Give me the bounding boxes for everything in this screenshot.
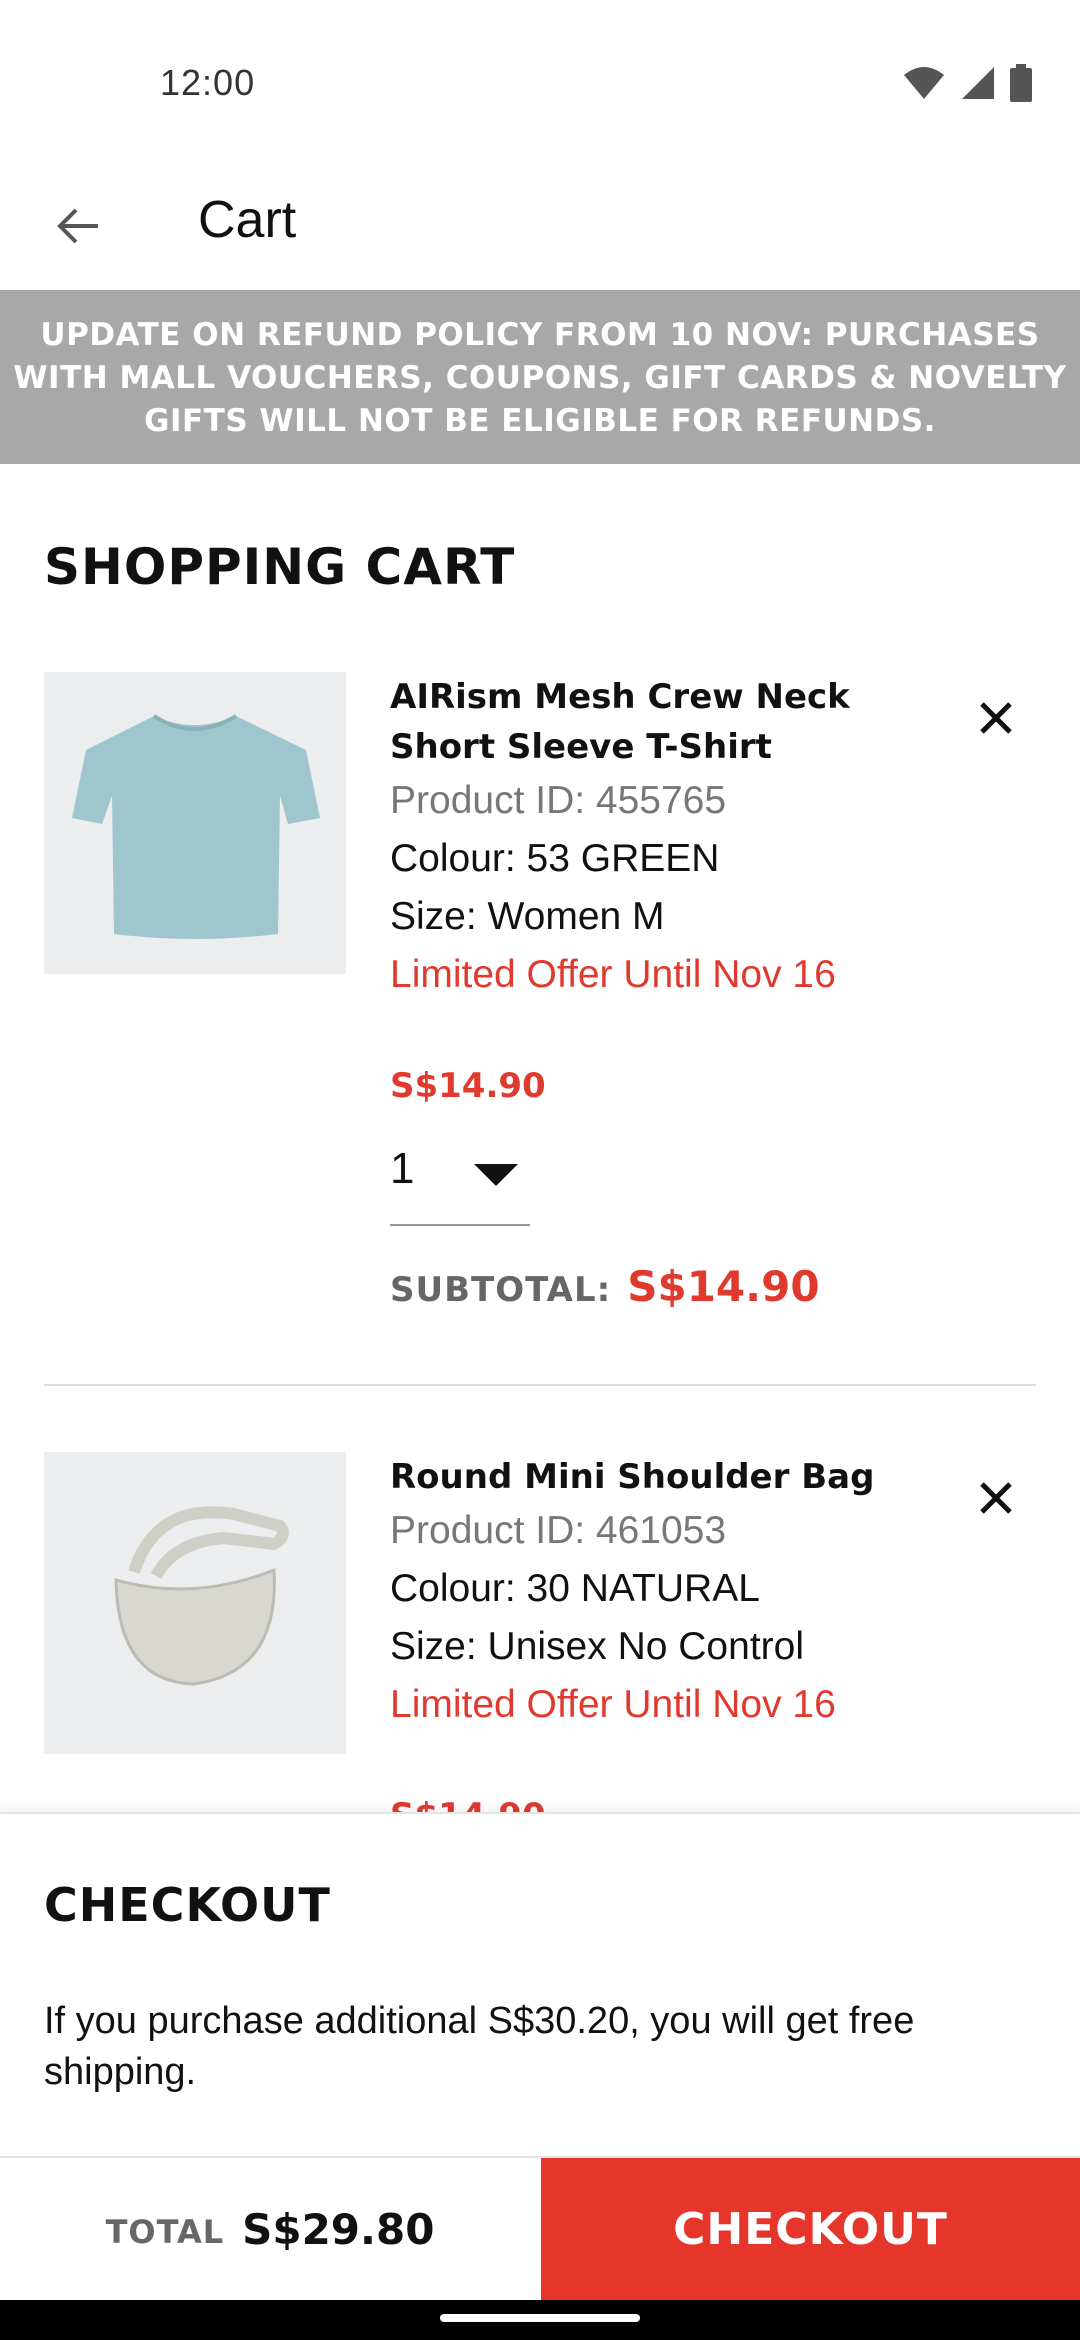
- product-id: Product ID: 455765: [390, 779, 727, 822]
- checkout-heading: CHECKOUT: [44, 1878, 331, 1932]
- tshirt-image: [72, 714, 320, 939]
- product-colour: Colour: 53 GREEN: [390, 837, 720, 880]
- remove-item-button[interactable]: [956, 678, 1036, 758]
- signal-icon: [962, 67, 994, 99]
- total-label: TOTAL: [105, 2213, 225, 2251]
- quantity-select[interactable]: 1: [390, 1130, 530, 1226]
- product-size: Size: Unisex No Control: [390, 1625, 804, 1668]
- battery-icon: [1010, 64, 1032, 102]
- product-colour: Colour: 30 NATURAL: [390, 1567, 760, 1610]
- gesture-handle[interactable]: [440, 2314, 640, 2322]
- limited-offer-label: Limited Offer Until Nov 16: [390, 1683, 836, 1726]
- limited-offer-label: Limited Offer Until Nov 16: [390, 953, 836, 996]
- cart-item: AIRism Mesh Crew Neck Short Sleeve T-Shi…: [44, 672, 1036, 1372]
- page-title: Cart: [198, 191, 297, 249]
- status-bar: 12:00: [0, 0, 1080, 168]
- product-price: S$14.90: [390, 1066, 546, 1106]
- dropdown-caret-icon: [474, 1164, 518, 1186]
- wifi-icon: [904, 67, 944, 99]
- cart-item: Round Mini Shoulder Bag Product ID: 4610…: [44, 1452, 1036, 1852]
- product-image[interactable]: [44, 672, 346, 974]
- status-time: 12:00: [160, 62, 256, 103]
- arrow-back-icon: [57, 208, 98, 244]
- product-name[interactable]: AIRism Mesh Crew Neck Short Sleeve T-Shi…: [390, 672, 950, 772]
- product-info: Round Mini Shoulder Bag Product ID: 4610…: [390, 1452, 950, 1734]
- close-icon: [980, 1482, 1012, 1514]
- subtotal-value: S$14.90: [627, 1262, 820, 1311]
- shopping-cart-heading: SHOPPING CART: [44, 538, 516, 596]
- product-name[interactable]: Round Mini Shoulder Bag: [390, 1452, 950, 1502]
- product-id: Product ID: 461053: [390, 1509, 727, 1552]
- checkout-panel: CHECKOUT If you purchase additional S$30…: [0, 1812, 1080, 2340]
- refund-policy-banner: UPDATE ON REFUND POLICY FROM 10 NOV: PUR…: [0, 290, 1080, 464]
- item-divider: [44, 1384, 1036, 1386]
- remove-item-button[interactable]: [956, 1458, 1036, 1538]
- product-image[interactable]: [44, 1452, 346, 1754]
- back-button[interactable]: [40, 188, 116, 264]
- free-shipping-message: If you purchase additional S$30.20, you …: [44, 2000, 915, 2093]
- total-value: S$29.80: [242, 2204, 435, 2254]
- order-total: TOTAL S$29.80: [0, 2158, 540, 2300]
- app-bar: Cart: [0, 168, 1080, 290]
- navigation-bar: [0, 2300, 1080, 2340]
- quantity-value: 1: [390, 1144, 415, 1193]
- product-info: AIRism Mesh Crew Neck Short Sleeve T-Shi…: [390, 672, 950, 1004]
- product-size: Size: Women M: [390, 895, 665, 938]
- item-subtotal: SUBTOTAL: S$14.90: [390, 1262, 820, 1311]
- status-icons: [902, 64, 1032, 102]
- close-icon: [980, 702, 1012, 734]
- checkout-button[interactable]: CHECKOUT: [541, 2158, 1080, 2300]
- shoulder-bag-image: [114, 1506, 289, 1686]
- subtotal-label: SUBTOTAL:: [390, 1270, 612, 1310]
- checkout-bar: TOTAL S$29.80 CHECKOUT: [0, 2156, 1080, 2300]
